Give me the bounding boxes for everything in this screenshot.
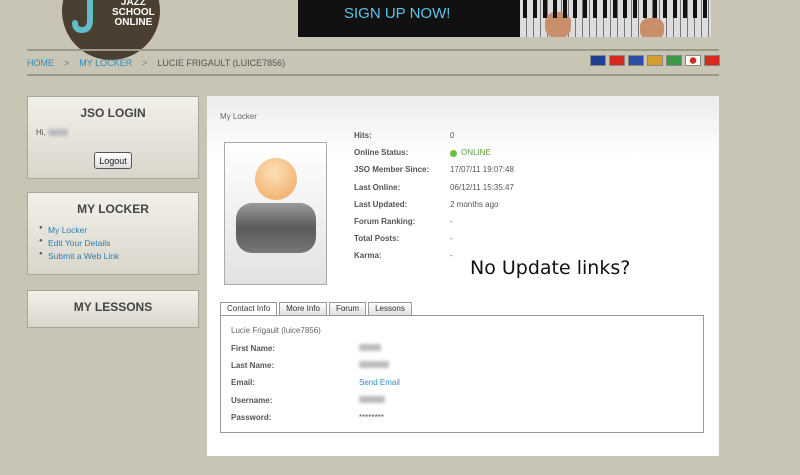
- banner-text: SIGN UP NOW!: [344, 5, 451, 22]
- page-title: My Locker: [220, 112, 257, 121]
- contact-row: Username:: [231, 395, 400, 413]
- uk-flag-icon[interactable]: [590, 55, 606, 66]
- breadcrumb-divider: [27, 74, 719, 76]
- info-row: Online Status: ONLINE: [354, 148, 491, 158]
- hand-image: [640, 18, 664, 37]
- contact-rows: First Name: Last Name: Email: Send Email …: [231, 344, 400, 430]
- blurred-last-name: [359, 361, 389, 369]
- signup-banner[interactable]: SIGN UP NOW!: [298, 0, 711, 37]
- password-value: ********: [359, 412, 384, 422]
- avatar-head-icon: [255, 158, 297, 200]
- annotation-text: No Update links?: [470, 257, 631, 279]
- lessons-title: MY LESSONS: [73, 300, 153, 314]
- logo-j-icon: [72, 0, 93, 34]
- hand-image: [545, 12, 571, 37]
- piano-keys-image: [520, 0, 711, 37]
- link-edit-details[interactable]: Edit Your Details: [39, 238, 119, 248]
- contact-row: First Name:: [231, 344, 400, 361]
- blurred-first-name: [359, 344, 381, 351]
- info-row: JSO Member Since: 17/07/11 19:07:48: [354, 165, 514, 175]
- greeting: Hi,: [36, 128, 69, 137]
- login-title: JSO LOGIN: [80, 106, 146, 120]
- site-logo[interactable]: JAZZ SCHOOL ONLINE: [62, 0, 160, 60]
- locker-box: MY LOCKER My Locker Edit Your Details Su…: [27, 192, 199, 275]
- contact-info-panel: Lucie Frigault (luice7856) First Name: L…: [220, 315, 704, 433]
- japan-flag-icon[interactable]: [685, 55, 701, 66]
- login-box: JSO LOGIN Hi, Logout: [27, 96, 199, 179]
- info-row: Last Online: 06/12/11 15:35:47: [354, 182, 514, 192]
- france-flag-icon[interactable]: [628, 55, 644, 66]
- blurred-username: [359, 395, 385, 403]
- language-flags: [590, 55, 720, 66]
- italy-flag-icon[interactable]: [666, 55, 682, 66]
- tab-more-info[interactable]: More Info: [279, 302, 327, 316]
- contact-row: Email: Send Email: [231, 378, 400, 395]
- contact-heading: Lucie Frigault (luice7856): [231, 326, 321, 335]
- china-flag-icon[interactable]: [609, 55, 625, 66]
- link-my-locker[interactable]: My Locker: [39, 225, 119, 235]
- breadcrumb-locker[interactable]: MY LOCKER: [79, 58, 132, 68]
- info-row: Total Posts: -: [354, 234, 453, 244]
- tab-lessons[interactable]: Lessons: [368, 302, 412, 316]
- avatar-body-icon: [236, 203, 316, 253]
- contact-row: Password: ********: [231, 413, 400, 430]
- profile-info: Hits: 0 Online Status: ONLINE JSO Member S…: [354, 131, 514, 269]
- blurred-username: [48, 129, 69, 137]
- germany-flag-icon[interactable]: [647, 55, 663, 66]
- online-status-text: ONLINE: [461, 148, 491, 158]
- info-row: Forum Ranking: -: [354, 216, 453, 226]
- chevron-right-icon: >: [142, 58, 148, 68]
- info-row: Last Updated: 2 months ago: [354, 199, 499, 209]
- logo-text: JAZZ SCHOOL ONLINE: [112, 0, 155, 28]
- chevron-right-icon: >: [64, 58, 70, 68]
- online-status-icon: [450, 149, 457, 157]
- send-email-link[interactable]: Send Email: [359, 378, 400, 395]
- header-divider: [27, 49, 719, 51]
- breadcrumb-current: LUCIE FRIGAULT (LUICE7856): [157, 58, 286, 68]
- avatar: [224, 142, 327, 285]
- tab-forum[interactable]: Forum: [328, 302, 367, 316]
- locker-links: My Locker Edit Your Details Submit a Web…: [39, 225, 119, 264]
- spain-flag-icon[interactable]: [704, 55, 720, 66]
- locker-title: MY LOCKER: [77, 202, 149, 216]
- logout-button[interactable]: Logout: [94, 152, 132, 169]
- breadcrumb: HOME > MY LOCKER > LUCIE FRIGAULT (LUICE…: [27, 58, 285, 68]
- info-row: Hits: 0: [354, 131, 455, 140]
- contact-row: Last Name:: [231, 361, 400, 378]
- link-submit-web-link[interactable]: Submit a Web Link: [39, 251, 119, 261]
- lessons-box[interactable]: MY LESSONS: [27, 290, 199, 328]
- breadcrumb-home[interactable]: HOME: [27, 58, 54, 68]
